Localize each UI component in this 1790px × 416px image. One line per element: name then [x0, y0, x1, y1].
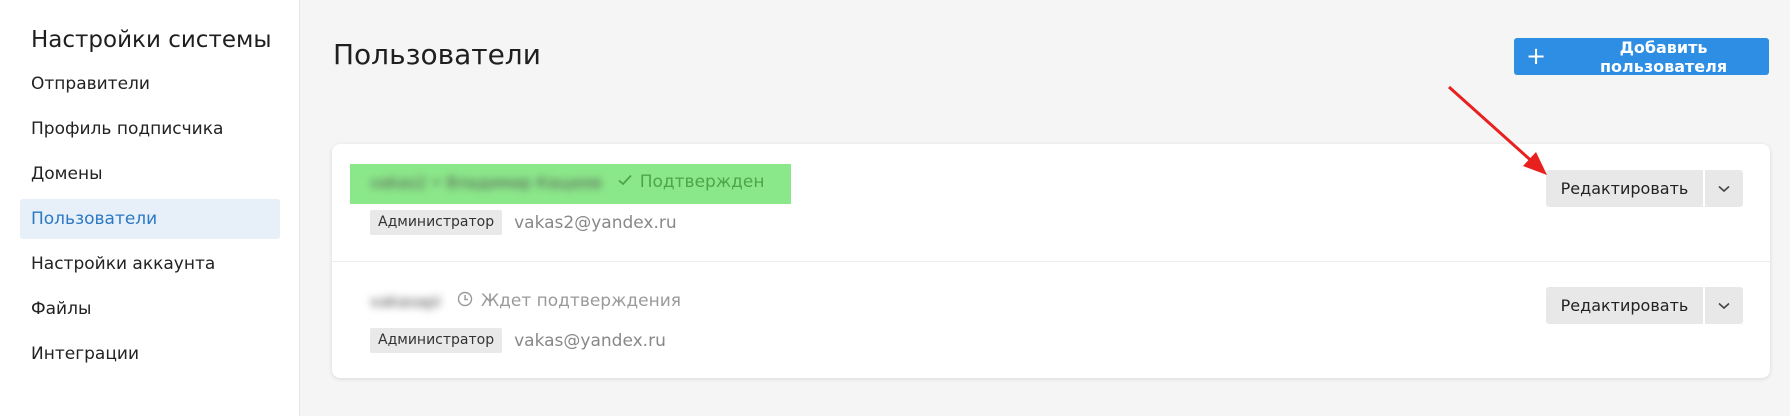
more-actions-button[interactable] — [1705, 287, 1743, 324]
sidebar-item-senders[interactable]: Отправители — [20, 64, 280, 104]
add-user-button[interactable]: + Добавить пользователя — [1514, 37, 1769, 76]
page-title: Пользователи — [333, 38, 541, 71]
user-status: Подтвержден — [639, 172, 765, 192]
sidebar-item-domains[interactable]: Домены — [20, 154, 280, 194]
more-actions-button[interactable] — [1705, 170, 1743, 207]
check-icon — [618, 174, 632, 190]
user-email: vakas@yandex.ru — [514, 330, 666, 351]
user-row: vakasapi Ждет подтверждения Администрато… — [332, 261, 1770, 379]
user-actions: Редактировать — [1546, 287, 1743, 324]
app-root: Настройки системы Отправители Профиль по… — [0, 0, 1790, 416]
sidebar-title: Настройки системы — [31, 27, 272, 53]
role-badge: Администратор — [370, 210, 503, 235]
sidebar-item-subscriber-profile[interactable]: Профиль подписчика — [20, 109, 280, 149]
user-name: vakas2 • Владимир Кащеев — [370, 172, 602, 192]
user-meta: Администратор vakas2@yandex.ru — [370, 210, 677, 235]
user-name-line: vakas2 • Владимир Кащеев Подтвержден — [370, 172, 764, 192]
user-row: vakas2 • Владимир Кащеев Подтвержден Адм… — [332, 144, 1770, 261]
sidebar: Настройки системы Отправители Профиль по… — [0, 0, 300, 416]
user-status: Ждет подтверждения — [480, 291, 682, 311]
sidebar-item-files[interactable]: Файлы — [20, 289, 280, 329]
clock-icon — [457, 291, 473, 311]
edit-button[interactable]: Редактировать — [1546, 287, 1703, 324]
sidebar-item-users[interactable]: Пользователи — [20, 199, 280, 239]
sidebar-nav: Отправители Профиль подписчика Домены По… — [20, 64, 280, 379]
add-user-button-label: Добавить пользователя — [1599, 37, 1728, 76]
user-email: vakas2@yandex.ru — [514, 212, 677, 233]
users-card: vakas2 • Владимир Кащеев Подтвержден Адм… — [332, 144, 1770, 378]
user-actions: Редактировать — [1546, 170, 1743, 207]
sidebar-item-integrations[interactable]: Интеграции — [20, 334, 280, 374]
chevron-down-icon — [1718, 181, 1730, 196]
plus-icon: + — [1526, 41, 1547, 70]
chevron-down-icon — [1718, 298, 1730, 313]
role-badge: Администратор — [370, 328, 503, 353]
sidebar-item-account-settings[interactable]: Настройки аккаунта — [20, 244, 280, 284]
user-name-line: vakasapi Ждет подтверждения — [370, 291, 681, 311]
user-meta: Администратор vakas@yandex.ru — [370, 328, 666, 353]
user-name: vakasapi — [370, 291, 441, 311]
edit-button[interactable]: Редактировать — [1546, 170, 1703, 207]
